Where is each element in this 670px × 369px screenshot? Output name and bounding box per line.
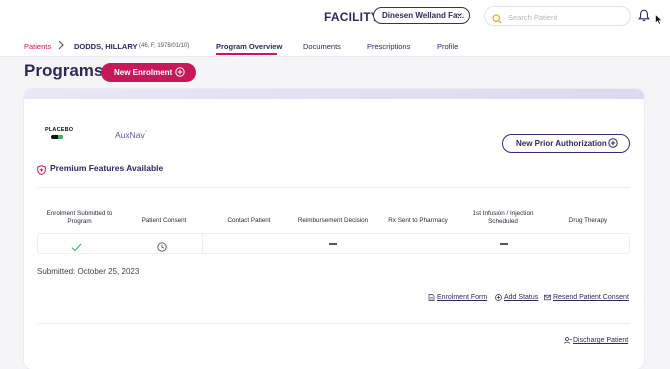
plus-circle-icon xyxy=(175,67,185,77)
clock-icon xyxy=(157,239,167,252)
resend-consent-link[interactable]: Resend Patient Consent xyxy=(544,294,629,301)
plus-circle-icon xyxy=(608,138,618,148)
tab-profile[interactable]: Profile xyxy=(437,42,458,51)
tab-program-overview[interactable]: Program Overview xyxy=(216,42,282,51)
submitted-date: Submitted: October 25, 2023 xyxy=(37,267,140,276)
patient-nav: Patients DODDS, HILLARY (46, F, 1978/01/… xyxy=(0,36,670,57)
divider xyxy=(37,323,630,324)
facility-select[interactable]: Dinesen Welland Fa... xyxy=(373,7,470,24)
step-header-drug-therapy: Drug Therapy xyxy=(568,217,608,224)
mouse-cursor-icon xyxy=(655,12,663,25)
patient-name: DODDS, HILLARY xyxy=(74,42,138,51)
enrolment-form-label: Enrolment Form xyxy=(437,294,488,301)
tab-prescriptions[interactable]: Prescriptions xyxy=(367,42,410,51)
dash-icon xyxy=(500,243,508,245)
chevron-right-icon xyxy=(58,40,64,52)
step-header-reimbursement-decision: Reimbursement Decision xyxy=(297,217,369,224)
placebo-logo: PLACEBO xyxy=(45,127,73,141)
check-icon xyxy=(71,239,82,252)
auxnav-logo-text: AuxNav xyxy=(115,130,145,140)
add-status-link[interactable]: Add Status xyxy=(495,294,539,301)
auxnav-logo-mark: * xyxy=(144,130,147,137)
chevron-down-icon xyxy=(456,11,463,20)
mail-icon xyxy=(544,294,551,301)
enrolment-form-link[interactable]: Enrolment Form xyxy=(428,294,488,301)
document-icon xyxy=(428,294,435,301)
facility-select-value: Dinesen Welland Fa... xyxy=(382,11,465,20)
add-status-label: Add Status xyxy=(504,294,539,301)
new-enrolment-button[interactable]: New Enrolment xyxy=(101,63,196,82)
discharge-patient-label: Discharge Patient xyxy=(573,337,629,344)
tab-documents[interactable]: Documents xyxy=(303,42,341,51)
breadcrumb-patients-link[interactable]: Patients xyxy=(24,42,51,51)
search-icon xyxy=(492,11,502,24)
pill-icon xyxy=(51,135,63,139)
page-title: Programs xyxy=(24,61,104,80)
top-header: FACILITY Dinesen Welland Fa... xyxy=(0,0,670,36)
auxnav-logo: AuxNav* xyxy=(115,130,147,140)
status-cell-divider xyxy=(202,234,203,253)
card-header-band xyxy=(24,89,644,99)
facility-label: FACILITY xyxy=(324,10,379,24)
search-box[interactable] xyxy=(484,6,631,26)
step-header-enrolment-submitted: Enrolment Submitted to Program xyxy=(46,210,113,225)
resend-consent-label: Resend Patient Consent xyxy=(553,294,629,301)
step-header-first-infusion: 1st Infusion / Injection Scheduled xyxy=(472,210,534,225)
search-input[interactable] xyxy=(506,10,625,24)
dash-icon xyxy=(329,243,337,245)
patient-meta: (46, F, 1978/01/10) xyxy=(139,43,190,49)
discharge-patient-link[interactable]: Discharge Patient xyxy=(564,337,629,344)
step-header-patient-consent: Patient Consent xyxy=(141,217,187,224)
user-minus-icon xyxy=(564,337,572,344)
new-enrolment-label: New Enrolment xyxy=(114,68,173,77)
plus-circle-icon xyxy=(495,294,502,301)
shield-plus-icon xyxy=(37,162,46,176)
active-tab-indicator xyxy=(216,53,277,55)
prior-auth-label: New Prior Authorization xyxy=(516,139,607,148)
step-header-contact-patient: Contact Patient xyxy=(227,217,271,224)
new-prior-authorization-button[interactable]: New Prior Authorization xyxy=(502,134,630,153)
premium-features-label: Premium Features Available xyxy=(50,163,164,173)
divider xyxy=(37,187,630,188)
notification-bell-icon[interactable] xyxy=(638,9,650,22)
placebo-logo-text: PLACEBO xyxy=(45,127,74,133)
step-header-rx-sent: Rx Sent to Pharmacy xyxy=(388,217,448,224)
